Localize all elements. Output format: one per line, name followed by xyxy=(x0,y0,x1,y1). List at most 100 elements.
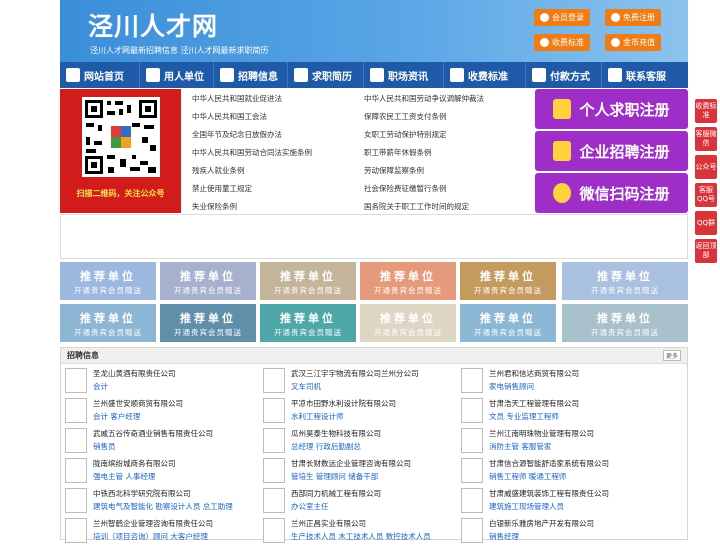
personal-register-button[interactable]: 个人求职注册 xyxy=(535,89,688,129)
wechat-register-button[interactable]: 微信扫码注册 xyxy=(535,173,688,213)
policy-link[interactable]: 劳动保障监察条例 xyxy=(364,165,424,176)
side-qq-button[interactable]: 客服QQ号 xyxy=(695,183,717,207)
job-company-item[interactable]: 武汉三江宇宇物流有限公司兰州分公司 叉车司机 xyxy=(259,367,454,395)
enterprise-register-button[interactable]: 企业招聘注册 xyxy=(535,131,688,171)
side-official-account-button[interactable]: 公众号 xyxy=(695,155,717,179)
company-logo[interactable] xyxy=(461,488,483,513)
policy-link[interactable]: 国务院关于职工工作时间的规定 xyxy=(364,201,469,212)
job-company-item[interactable]: 武威五谷传奇酒业销售有限责任公司 销售员 xyxy=(61,427,256,455)
side-wechat-button[interactable]: 客服微信 xyxy=(695,127,717,151)
site-logo[interactable]: 泾川人才网 xyxy=(88,7,218,43)
nav-item-news[interactable]: 职场资讯 xyxy=(364,62,444,88)
company-name[interactable]: 陇南缤纷城商务有限公司 xyxy=(93,458,176,469)
policy-link[interactable]: 全国年节及纪念日放假办法 xyxy=(192,129,282,140)
login-button[interactable]: 会员登录 xyxy=(534,9,590,26)
nav-item-employers[interactable]: 用人单位 xyxy=(140,62,214,88)
recommended-slot[interactable]: 推荐单位 开通贵宾会员赠送 xyxy=(562,304,688,342)
recommended-slot[interactable]: 推荐单位 开通贵宾会员赠送 xyxy=(460,304,556,342)
company-name[interactable]: 兰州盛世安顺商贸有限公司 xyxy=(93,398,183,409)
job-positions[interactable]: 总经理 行政后勤副总 xyxy=(291,441,361,452)
recommended-slot[interactable]: 推荐单位 开通贵宾会员赠送 xyxy=(260,262,356,300)
policy-link[interactable]: 中华人民共和国劳动合同法实施条例 xyxy=(192,147,312,158)
job-company-item[interactable]: 平凉市田野水利设计院有限公司 水利工程设计师 xyxy=(259,397,454,425)
company-name[interactable]: 武汉三江宇宇物流有限公司兰州分公司 xyxy=(291,368,419,379)
job-company-item[interactable]: 兰州智鹤企业管理咨询有限责任公司 培训（项目咨询）顾问 大客户经理 xyxy=(61,517,256,545)
policy-link[interactable]: 女职工劳动保护特别规定 xyxy=(364,129,447,140)
nav-item-payment[interactable]: 付款方式 xyxy=(526,62,602,88)
company-name[interactable]: 兰州江南明珠物业管理有限公司 xyxy=(489,428,594,439)
company-name[interactable]: 平凉市田野水利设计院有限公司 xyxy=(291,398,396,409)
job-positions[interactable]: 强电主管 人事经理 xyxy=(93,471,155,482)
job-company-item[interactable]: 兰州盛世安顺商贸有限公司 会计 客户经理 xyxy=(61,397,256,425)
recommended-slot[interactable]: 推荐单位 开通贵宾会员赠送 xyxy=(360,262,456,300)
side-fee-button[interactable]: 收费标准 xyxy=(695,99,717,123)
job-positions[interactable]: 销售经理 xyxy=(489,531,519,542)
job-positions[interactable]: 生产技术人员 木工技术人员 数控技术人员 xyxy=(291,531,431,542)
company-logo[interactable] xyxy=(461,398,483,423)
company-name[interactable]: 兰州正昌实业有限公司 xyxy=(291,518,366,529)
job-positions[interactable]: 培训（项目咨询）顾问 大客户经理 xyxy=(93,531,208,542)
nav-item-contact[interactable]: 联系客服 xyxy=(602,62,688,88)
recommended-slot[interactable]: 推荐单位 开通贵宾会员赠送 xyxy=(160,304,256,342)
job-company-item[interactable]: 圣龙山黄酒有限责任公司 会计 xyxy=(61,367,256,395)
company-logo[interactable] xyxy=(65,458,87,483)
policy-link[interactable]: 职工带薪年休假条例 xyxy=(364,147,432,158)
job-company-item[interactable]: 瓜州昊泰生物科技有限公司 总经理 行政后勤副总 xyxy=(259,427,454,455)
company-logo[interactable] xyxy=(65,368,87,393)
company-logo[interactable] xyxy=(263,518,285,543)
job-company-item[interactable]: 甘肃威盛建筑装饰工程有限责任公司 建筑施工现场管理人员 xyxy=(457,487,652,515)
company-logo[interactable] xyxy=(65,488,87,513)
policy-link[interactable]: 社会保险费征缴暂行条例 xyxy=(364,183,447,194)
recommended-slot[interactable]: 推荐单位 开通贵宾会员赠送 xyxy=(562,262,688,300)
job-company-item[interactable]: 白银新乐雅房地产开发有限公司 销售经理 xyxy=(457,517,652,545)
job-positions[interactable]: 消防主管 客服管家 xyxy=(489,441,551,452)
company-name[interactable]: 兰州智鹤企业管理咨询有限责任公司 xyxy=(93,518,213,529)
job-positions[interactable]: 文员 专业监理工程师 xyxy=(489,411,559,422)
job-positions[interactable]: 销售工程师 暖通工程师 xyxy=(489,471,566,482)
company-logo[interactable] xyxy=(263,428,285,453)
company-name[interactable]: 甘肃威盛建筑装饰工程有限责任公司 xyxy=(489,488,609,499)
company-name[interactable]: 圣龙山黄酒有限责任公司 xyxy=(93,368,176,379)
job-positions[interactable]: 办公室主任 xyxy=(291,501,329,512)
policy-link[interactable]: 保障农民工工资支付条例 xyxy=(364,111,447,122)
policy-link[interactable]: 残疾人就业条例 xyxy=(192,165,245,176)
company-logo[interactable] xyxy=(461,428,483,453)
recommended-slot[interactable]: 推荐单位 开通贵宾会员赠送 xyxy=(60,304,156,342)
job-positions[interactable]: 家电销售顾问 xyxy=(489,381,534,392)
company-name[interactable]: 中铁西北科学研究院有限公司 xyxy=(93,488,191,499)
banner-image-placeholder[interactable] xyxy=(60,214,688,259)
company-logo[interactable] xyxy=(65,428,87,453)
company-logo[interactable] xyxy=(461,518,483,543)
nav-item-fees[interactable]: 收费标准 xyxy=(444,62,526,88)
job-company-item[interactable]: 西部同力机械工程有限公司 办公室主任 xyxy=(259,487,454,515)
nav-item-jobs[interactable]: 招聘信息 xyxy=(214,62,288,88)
policy-link[interactable]: 禁止使用童工规定 xyxy=(192,183,252,194)
fee-standard-button[interactable]: 收费标准 xyxy=(534,34,590,51)
company-name[interactable]: 白银新乐雅房地产开发有限公司 xyxy=(489,518,594,529)
recommended-slot[interactable]: 推荐单位 开通贵宾会员赠送 xyxy=(460,262,556,300)
job-company-item[interactable]: 陇南缤纷城商务有限公司 强电主管 人事经理 xyxy=(61,457,256,485)
nav-item-home[interactable]: 网站首页 xyxy=(60,62,140,88)
recommended-slot[interactable]: 推荐单位 开通贵宾会员赠送 xyxy=(60,262,156,300)
job-company-item[interactable]: 甘肃信合源智能舒适家系统有限公司 销售工程师 暖通工程师 xyxy=(457,457,652,485)
job-positions[interactable]: 会计 xyxy=(93,381,108,392)
job-positions[interactable]: 管培生 管理顾问 储备干部 xyxy=(291,471,378,482)
company-name[interactable]: 瓜州昊泰生物科技有限公司 xyxy=(291,428,381,439)
job-company-item[interactable]: 兰州君和信达商贸有限公司 家电销售顾问 xyxy=(457,367,652,395)
company-name[interactable]: 甘肃浩天工程管理有限公司 xyxy=(489,398,579,409)
company-logo[interactable] xyxy=(263,458,285,483)
side-qq-group-button[interactable]: QQ群 xyxy=(695,211,717,235)
policy-link[interactable]: 失业保险条例 xyxy=(192,201,237,212)
job-positions[interactable]: 建筑施工现场管理人员 xyxy=(489,501,564,512)
job-company-item[interactable]: 中铁西北科学研究院有限公司建筑电气及智能化 勘察设计人员 总工助理 xyxy=(61,487,256,515)
company-logo[interactable] xyxy=(461,458,483,483)
job-positions[interactable]: 建筑电气及智能化 勘察设计人员 总工助理 xyxy=(93,501,233,512)
more-link[interactable]: 更多 xyxy=(662,350,681,361)
coin-recharge-button[interactable]: 金币充值 xyxy=(605,34,661,51)
job-positions[interactable]: 水利工程设计师 xyxy=(291,411,344,422)
company-name[interactable]: 甘肃信合源智能舒适家系统有限公司 xyxy=(489,458,609,469)
company-logo[interactable] xyxy=(65,518,87,543)
job-company-item[interactable]: 兰州江南明珠物业管理有限公司 消防主管 客服管家 xyxy=(457,427,652,455)
back-to-top-button[interactable]: 返回顶部 xyxy=(695,239,717,263)
job-company-item[interactable]: 甘肃浩天工程管理有限公司 文员 专业监理工程师 xyxy=(457,397,652,425)
